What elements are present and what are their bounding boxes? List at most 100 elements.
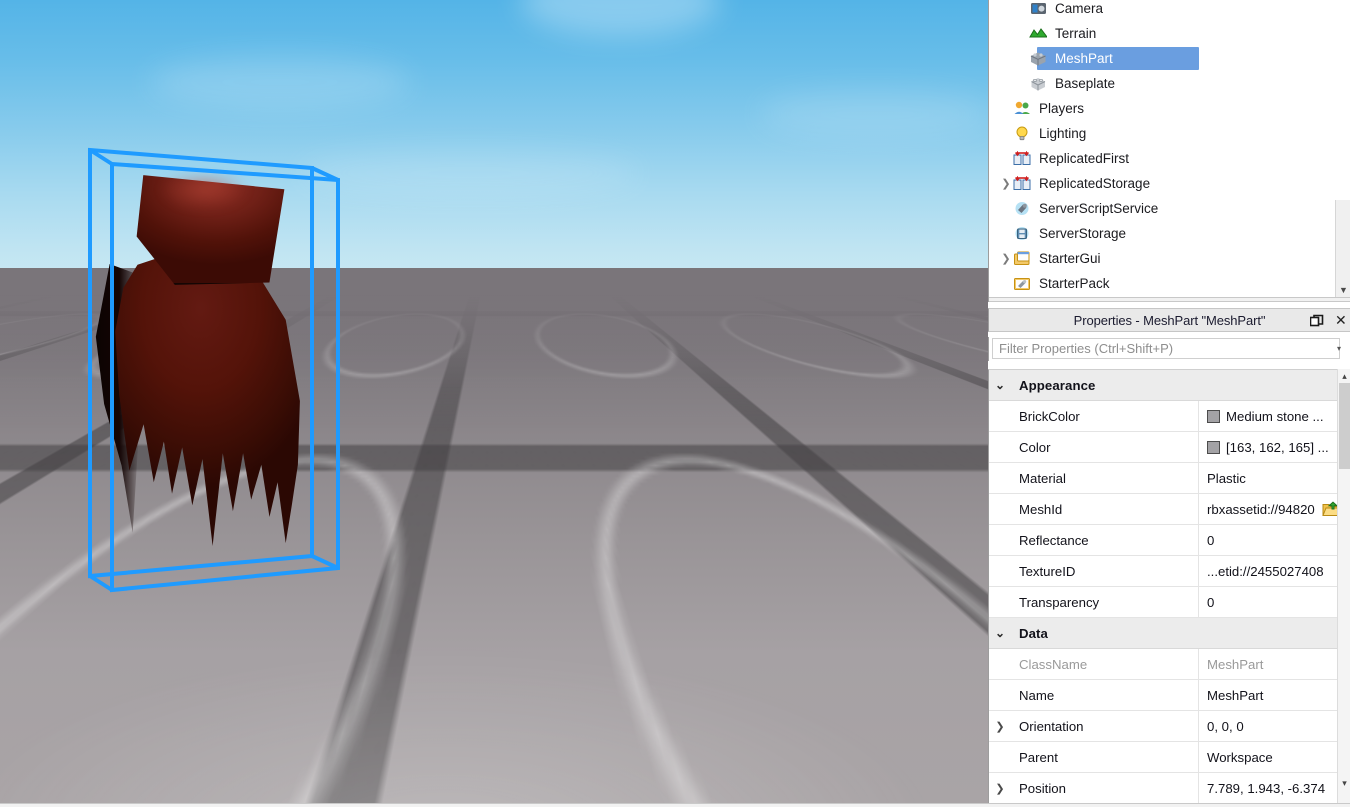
property-row-parent[interactable]: Parent Workspace [989, 741, 1350, 773]
explorer-item-terrain[interactable]: Terrain [989, 21, 1334, 46]
property-row-classname: ClassName MeshPart [989, 648, 1350, 680]
property-name: Color [1019, 439, 1051, 455]
explorer-item-baseplate[interactable]: Baseplate [989, 71, 1334, 96]
explorer-item-label: StarterGui [1039, 251, 1101, 266]
explorer-scrollbar[interactable]: ▼ [1335, 200, 1350, 302]
property-row-meshid[interactable]: MeshId rbxassetid://94820 [989, 493, 1350, 525]
properties-grid[interactable]: ⌄ Appearance BrickColor Medium stone ... Col… [988, 369, 1350, 803]
cloud [150, 55, 410, 109]
property-name: Transparency [1019, 594, 1100, 610]
close-icon[interactable]: ✕ [1335, 313, 1349, 327]
properties-category-data[interactable]: ⌄ Data [989, 618, 1350, 649]
property-row-position[interactable]: ❯ Position 7.789, 1.943, -6.374 [989, 772, 1350, 803]
explorer-splitter[interactable] [989, 297, 1350, 302]
property-value[interactable]: 0, 0, 0 [1198, 710, 1350, 742]
explorer-item-camera[interactable]: Camera [989, 0, 1334, 21]
properties-category-label: Appearance [1019, 377, 1096, 393]
explorer-item-meshpart[interactable]: MeshPart [989, 46, 1334, 71]
chevron-right-icon[interactable]: ❯ [999, 171, 1013, 196]
chevron-down-icon[interactable]: ⌄ [989, 626, 1011, 640]
explorer-item-label: ServerScriptService [1039, 201, 1159, 216]
property-row-name[interactable]: Name MeshPart [989, 679, 1350, 711]
property-row-reflectance[interactable]: Reflectance 0 [989, 524, 1350, 556]
properties-category-spacer [1198, 370, 1350, 401]
property-value-text: Medium stone ... [1226, 408, 1324, 424]
property-name: Name [1019, 687, 1055, 703]
property-row-orientation[interactable]: ❯ Orientation 0, 0, 0 [989, 710, 1350, 742]
property-value[interactable]: [163, 162, 165] ... [1198, 431, 1350, 463]
property-value-text: 0 [1207, 532, 1215, 548]
properties-filter-row[interactable]: Filter Properties (Ctrl+Shift+P) ▾ [988, 337, 1350, 361]
cloud [520, 0, 720, 36]
explorer-item-players[interactable]: Players [989, 96, 1334, 121]
properties-category-spacer [1198, 618, 1350, 649]
property-row-transparency[interactable]: Transparency 0 [989, 586, 1350, 618]
property-row-textureid[interactable]: TextureID ...etid://2455027408 [989, 555, 1350, 587]
properties-scroll-down-icon[interactable]: ▾ [1339, 778, 1350, 789]
property-row-color[interactable]: Color [163, 162, 165] ... [989, 431, 1350, 463]
dock-widget-icon[interactable] [1309, 314, 1324, 328]
explorer-scroll-down-icon[interactable]: ▼ [1338, 285, 1349, 296]
explorer-item-starterpack[interactable]: StarterPack [989, 271, 1334, 296]
explorer-item-startergui[interactable]: ❯ StarterGui [989, 246, 1334, 271]
explorer-item-label: Terrain [1055, 26, 1097, 41]
properties-scroll-up-icon[interactable]: ▴ [1339, 371, 1350, 382]
explorer-item-replicatedfirst[interactable]: ReplicatedFirst [989, 146, 1334, 171]
property-value[interactable]: Medium stone ... [1198, 400, 1350, 432]
property-value[interactable]: Workspace [1198, 741, 1350, 773]
properties-panel-title: Properties - MeshPart "MeshPart" [1073, 312, 1266, 328]
property-value-text: ...etid://2455027408 [1207, 563, 1324, 579]
property-value[interactable]: ...etid://2455027408 [1198, 555, 1350, 587]
explorer-item-label: StarterPack [1039, 276, 1110, 291]
property-name: MeshId [1019, 501, 1063, 517]
explorer-item-label: Camera [1055, 1, 1104, 16]
replicated-storage-icon [1013, 175, 1033, 192]
chevron-down-icon[interactable]: ⌄ [989, 378, 1011, 392]
property-value-text: Plastic [1207, 470, 1246, 486]
properties-scrollbar[interactable]: ▴ ▾ [1337, 369, 1350, 803]
3d-viewport[interactable] [0, 0, 988, 803]
explorer-panel[interactable]: Camera Terrain MeshPart Baseplate Players Lig… [988, 0, 1350, 302]
chevron-right-icon[interactable]: ❯ [989, 782, 1011, 795]
property-value-text: 0, 0, 0 [1207, 718, 1244, 734]
property-name: BrickColor [1019, 408, 1080, 424]
chevron-down-icon[interactable]: ▾ [1337, 345, 1347, 353]
explorer-item-serverscriptservice[interactable]: ServerScriptService [989, 196, 1334, 221]
right-dock: Camera Terrain MeshPart Baseplate Players Lig… [988, 0, 1350, 807]
explorer-item-serverstorage[interactable]: ServerStorage [989, 221, 1334, 246]
property-name: Material [1019, 470, 1066, 486]
property-value[interactable]: MeshPart [1198, 679, 1350, 711]
color-swatch[interactable] [1207, 440, 1220, 454]
explorer-tree[interactable]: Camera Terrain MeshPart Baseplate Players Lig… [989, 0, 1334, 302]
property-value[interactable]: 0 [1198, 524, 1350, 556]
properties-filter-input[interactable]: Filter Properties (Ctrl+Shift+P) [992, 338, 1340, 359]
property-row-brickcolor[interactable]: BrickColor Medium stone ... [989, 400, 1350, 432]
color-swatch[interactable] [1207, 409, 1220, 423]
explorer-item-label: ServerStorage [1039, 226, 1127, 241]
lighting-icon [1013, 125, 1033, 142]
property-value: MeshPart [1198, 648, 1350, 680]
property-value[interactable]: 0 [1198, 586, 1350, 618]
property-row-material[interactable]: Material Plastic [989, 462, 1350, 494]
cloud [760, 90, 988, 138]
property-value[interactable]: 7.789, 1.943, -6.374 [1198, 772, 1350, 803]
chevron-right-icon[interactable]: ❯ [989, 720, 1011, 733]
chevron-right-icon[interactable]: ❯ [999, 246, 1013, 271]
properties-panel-titlebar: Properties - MeshPart "MeshPart" ✕ [988, 308, 1350, 332]
properties-scroll-thumb[interactable] [1339, 383, 1350, 469]
property-value[interactable]: Plastic [1198, 462, 1350, 494]
properties-category-appearance[interactable]: ⌄ Appearance [989, 370, 1350, 401]
explorer-item-replicatedstorage[interactable]: ❯ ReplicatedStorage [989, 171, 1334, 196]
players-icon [1013, 100, 1033, 117]
camera-icon [1029, 0, 1049, 17]
explorer-item-lighting[interactable]: Lighting [989, 121, 1334, 146]
starter-gui-icon [1013, 250, 1033, 267]
property-value-text: Workspace [1207, 749, 1273, 765]
